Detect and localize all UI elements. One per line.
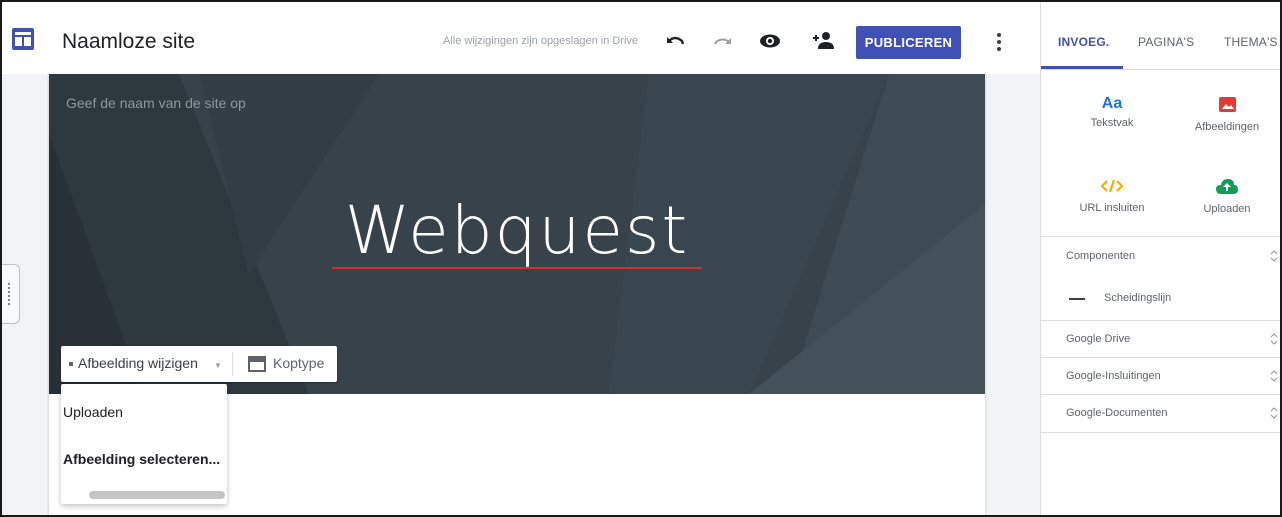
grip-icon [8,283,11,305]
spellcheck-underline [332,267,702,269]
cloud-upload-icon [1216,179,1238,194]
site-title[interactable]: Naamloze site [62,30,195,54]
section-divider [1041,320,1280,321]
editor-area: Naamloze site Alle wijzigingen zijn opge… [2,2,1040,515]
redo-icon[interactable] [711,29,735,53]
images-label: Afbeeldingen [1194,121,1260,133]
section-divider [1041,394,1280,395]
site-name-placeholder[interactable]: Geef de naam van de site op [66,95,246,111]
insert-images[interactable]: Afbeeldingen [1172,97,1280,133]
panel-tabs: INVOEG. PAGINA'S THEMA'S [1041,2,1280,70]
component-divider[interactable]: Scheidingslijn [1104,292,1171,304]
toolbar-divider [232,352,233,376]
page-header[interactable]: Geef de naam van de site op Webquest Afb… [49,74,985,394]
insert-embed-url[interactable]: URL insluiten [1057,179,1167,214]
image-icon [1218,97,1236,112]
section-google-drive[interactable]: Google Drive [1066,333,1130,345]
dropdown-caret-icon[interactable]: ▼ [214,361,222,370]
header-type-icon[interactable] [248,356,266,372]
textbox-label: Tekstvak [1090,117,1134,129]
sites-logo-icon [12,28,34,50]
textbox-icon: Aa [1101,95,1123,112]
section-google-embeds[interactable]: Google-Insluitingen [1066,370,1161,382]
page-preview: Geef de naam van de site op Webquest Afb… [49,74,985,515]
side-drag-handle[interactable] [2,264,20,324]
active-tab-indicator [1041,66,1123,69]
change-image-menu: Uploaden Afbeelding selecteren... [61,384,227,504]
section-divider [1041,357,1280,358]
embed-code-icon [1100,179,1124,193]
header-type-button[interactable]: Koptype [273,355,324,371]
expand-collapse-icon[interactable] [1268,368,1280,384]
tab-pages[interactable]: PAGINA'S [1138,35,1194,49]
menu-item-upload[interactable]: Uploaden [63,404,123,420]
menu-item-select-image[interactable]: Afbeelding selecteren... [63,451,220,467]
undo-icon[interactable] [663,29,687,53]
section-divider [1041,236,1280,237]
app-window: Naamloze site Alle wijzigingen zijn opge… [0,0,1282,517]
preview-eye-icon[interactable] [758,29,782,53]
share-add-person-icon[interactable] [811,29,835,53]
more-options-icon[interactable] [987,30,1011,54]
section-divider [1041,432,1280,433]
expand-collapse-icon[interactable] [1268,331,1280,347]
expand-collapse-icon[interactable] [1268,248,1280,264]
header-toolbar: Afbeelding wijzigen ▼ Koptype [61,346,337,382]
section-components[interactable]: Componenten [1066,250,1135,262]
tab-insert[interactable]: INVOEG. [1058,35,1109,49]
embed-url-label: URL insluiten [1079,202,1145,214]
change-image-button[interactable]: Afbeelding wijzigen [78,355,198,371]
tab-themes[interactable]: THEMA'S [1224,35,1278,49]
save-status: Alle wijzigingen zijn opgeslagen in Driv… [443,35,639,47]
header-title[interactable]: Webquest [49,192,985,269]
menu-scrollbar[interactable] [89,491,225,499]
divider-line-icon [1069,298,1085,300]
section-google-docs[interactable]: Google-Documenten [1066,407,1168,419]
insert-textbox[interactable]: Aa Tekstvak [1057,95,1167,129]
upload-label: Uploaden [1203,203,1251,215]
top-bar: Naamloze site Alle wijzigingen zijn opge… [2,2,1040,74]
image-small-icon [69,362,73,366]
right-panel: INVOEG. PAGINA'S THEMA'S Aa Tekstvak Afb… [1040,2,1280,515]
expand-collapse-icon[interactable] [1268,405,1280,421]
insert-upload[interactable]: Uploaden [1172,179,1280,215]
publish-button[interactable]: PUBLICEREN [856,26,961,59]
